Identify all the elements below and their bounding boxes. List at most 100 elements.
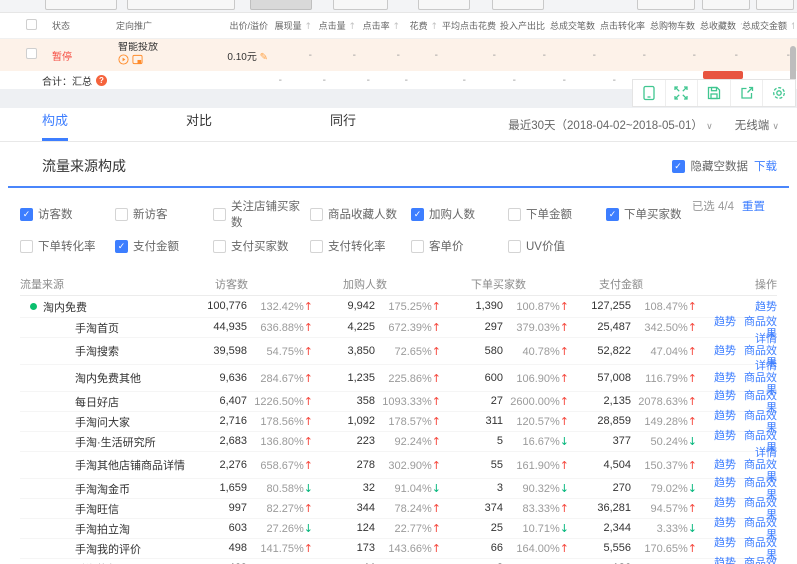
table-row[interactable]: 手淘我的评价498141.75%↑173143.66%↑66164.00%↑5,… xyxy=(20,539,777,559)
campaign-col-header[interactable]: 点击率 ↑ xyxy=(360,19,404,32)
campaign-col-header[interactable]: 点击量 ↑ xyxy=(316,19,360,32)
table-row[interactable]: 淘内免费其他9,636284.67%↑1,235225.86%↑600106.9… xyxy=(20,365,777,392)
metric-checkbox-item[interactable]: ✓UV价值 xyxy=(508,238,606,254)
metric-checkbox-item[interactable]: ✓加购人数 xyxy=(411,198,508,230)
checkbox[interactable]: ✓ xyxy=(115,240,128,253)
metric-checkbox-item[interactable]: ✓客单价 xyxy=(411,238,508,254)
date-range-selector[interactable]: 最近30天（2018-04-02~2018-05-01） ∨ xyxy=(508,117,712,133)
trend-link[interactable]: 趋势 xyxy=(714,390,736,402)
save-icon[interactable] xyxy=(698,80,731,106)
tab-对比[interactable]: 对比 xyxy=(186,110,212,141)
tab-同行[interactable]: 同行 xyxy=(330,110,356,141)
play-circle-icon[interactable] xyxy=(118,54,129,65)
product-effect-link[interactable]: 商品效果 xyxy=(744,557,777,564)
reset-link[interactable]: 重置 xyxy=(742,198,765,214)
help-icon[interactable]: ? xyxy=(96,75,107,86)
metric-checkbox-item[interactable]: ✓关注店铺买家数 xyxy=(213,198,310,230)
table-row[interactable]: 手淘首页44,935636.88%↑4,225672.39%↑297379.03… xyxy=(20,318,777,338)
metric-checkbox-item[interactable]: ✓下单转化率 xyxy=(20,238,115,254)
toolbar-button[interactable] xyxy=(45,0,117,10)
toolbar-button[interactable] xyxy=(418,0,470,10)
checkbox[interactable]: ✓ xyxy=(20,208,33,221)
checkbox[interactable]: ✓ xyxy=(606,208,619,221)
trend-link[interactable]: 趋势 xyxy=(714,557,736,564)
metric-value: 2,3443.33%↓ xyxy=(569,522,697,535)
trend-link[interactable]: 趋势 xyxy=(714,517,736,529)
terminal-selector[interactable]: 无线端 ∨ xyxy=(735,117,779,133)
table-row[interactable]: 手淘淘金币1,65980.58%↓3291.04%↓390.32%↓27079.… xyxy=(20,479,777,499)
row-checkbox[interactable] xyxy=(26,48,37,59)
metric-checkbox-item[interactable]: ✓新访客 xyxy=(115,198,213,230)
table-row[interactable]: 手淘找相似469919.57%↑44450.00%↑2100.00%↑18610… xyxy=(20,559,777,564)
toolbar-button[interactable] xyxy=(492,0,544,10)
campaign-col-header[interactable]: 总购物车数 ↑ xyxy=(650,19,700,32)
empty-value: - xyxy=(742,50,794,61)
trend-link[interactable]: 趋势 xyxy=(714,430,736,442)
table-row[interactable]: 手淘搜索39,59854.75%↑3,85072.65%↑58040.78%↑5… xyxy=(20,338,777,365)
checkbox[interactable]: ✓ xyxy=(310,240,323,253)
campaign-name[interactable]: 智能投放 xyxy=(116,42,208,68)
metric-checkbox-item[interactable]: ✓下单金额 xyxy=(508,198,606,230)
table-row[interactable]: 手淘其他店铺商品详情2,276658.67%↑278302.90%↑55161.… xyxy=(20,452,777,479)
toolbar-button[interactable] xyxy=(333,0,388,10)
toolbar-button[interactable] xyxy=(127,0,235,10)
detail-link[interactable]: 详情 xyxy=(755,360,777,372)
detail-link[interactable]: 详情 xyxy=(755,447,777,459)
metric-checkbox-item[interactable]: ✓支付买家数 xyxy=(213,238,310,254)
table-row[interactable]: 手淘旺信99782.27%↑34478.24%↑37483.33%↑36,281… xyxy=(20,499,777,519)
campaign-col-header[interactable]: 投入产出比 ↑ xyxy=(500,19,550,32)
table-row[interactable]: 手淘问大家2,716178.56%↑1,092178.57%↑311120.57… xyxy=(20,412,777,432)
checkbox[interactable]: ✓ xyxy=(508,208,521,221)
edit-icon[interactable]: ✎ xyxy=(260,52,268,63)
trend-link[interactable]: 趋势 xyxy=(714,316,736,328)
source-name: 手淘搜索 xyxy=(20,343,185,359)
toolbar-button[interactable] xyxy=(250,0,312,10)
checkbox[interactable]: ✓ xyxy=(411,208,424,221)
campaign-col-header[interactable]: 点击转化率 ↑ xyxy=(600,19,650,32)
trend-link[interactable]: 趋势 xyxy=(714,537,736,549)
checkbox[interactable]: ✓ xyxy=(310,208,323,221)
metric-checkbox-item[interactable]: ✓访客数 xyxy=(20,198,115,230)
toolbar-select[interactable] xyxy=(702,0,750,10)
campaign-col-header[interactable]: 总成交笔数 ↑ xyxy=(550,19,600,32)
metric-value: 37483.33%↑ xyxy=(441,502,569,515)
trend-link[interactable]: 趋势 xyxy=(714,497,736,509)
checkbox[interactable]: ✓ xyxy=(213,208,226,221)
detail-link[interactable]: 详情 xyxy=(755,333,777,345)
campaign-col-header[interactable]: 总成交金额 ↑ xyxy=(742,19,794,32)
metric-checkbox-item[interactable]: ✓支付金额 xyxy=(115,238,213,254)
trend-link[interactable]: 趋势 xyxy=(714,477,736,489)
hidden-red-button[interactable] xyxy=(703,71,743,79)
trend-link[interactable]: 趋势 xyxy=(714,372,736,384)
checkbox[interactable]: ✓ xyxy=(213,240,226,253)
table-row[interactable]: 手淘拍立淘60327.26%↓12422.77%↑2510.71%↓2,3443… xyxy=(20,519,777,539)
checkbox[interactable]: ✓ xyxy=(20,240,33,253)
download-link[interactable]: 下载 xyxy=(754,158,777,174)
share-icon[interactable] xyxy=(731,80,764,106)
table-row[interactable]: 手淘·生活研究所2,683136.80%↑22392.24%↑516.67%↓3… xyxy=(20,432,777,452)
campaign-col-header[interactable]: 总收藏数 ↑ xyxy=(700,19,742,32)
campaign-col-header[interactable]: 平均点击花费 ↑ xyxy=(442,19,500,32)
metric-checkbox-item[interactable]: ✓商品收藏人数 xyxy=(310,198,411,230)
toolbar-more-button[interactable] xyxy=(756,0,794,10)
trend-link[interactable]: 趋势 xyxy=(714,459,736,471)
trend-link[interactable]: 趋势 xyxy=(714,345,736,357)
checkbox[interactable]: ✓ xyxy=(115,208,128,221)
trend-link[interactable]: 趋势 xyxy=(714,410,736,422)
table-row[interactable]: 淘内免费100,776132.42%↑9,942175.25%↑1,390100… xyxy=(20,296,777,318)
hide-empty-checkbox[interactable]: ✓ xyxy=(672,160,685,173)
metric-checkbox-item[interactable]: ✓支付转化率 xyxy=(310,238,411,254)
table-row[interactable]: 每日好店6,4071226.50%↑3581093.33%↑272600.00%… xyxy=(20,392,777,412)
fullscreen-icon[interactable] xyxy=(666,80,699,106)
trend-link[interactable]: 趋势 xyxy=(755,301,777,313)
campaign-col-header[interactable]: 花费 ↑ xyxy=(404,19,442,32)
toolbar-filter[interactable] xyxy=(637,0,695,10)
checkbox[interactable]: ✓ xyxy=(508,240,521,253)
mobile-preview-icon[interactable] xyxy=(633,80,666,106)
tab-构成[interactable]: 构成 xyxy=(42,110,68,141)
campaign-col-header[interactable]: 展现量 ↑ xyxy=(272,19,316,32)
checkbox[interactable]: ✓ xyxy=(411,240,424,253)
select-all-checkbox[interactable] xyxy=(26,19,37,30)
settings-icon[interactable] xyxy=(763,80,795,106)
campaign-row[interactable]: 暂停智能投放0.10元 ✎----------- xyxy=(0,39,797,71)
